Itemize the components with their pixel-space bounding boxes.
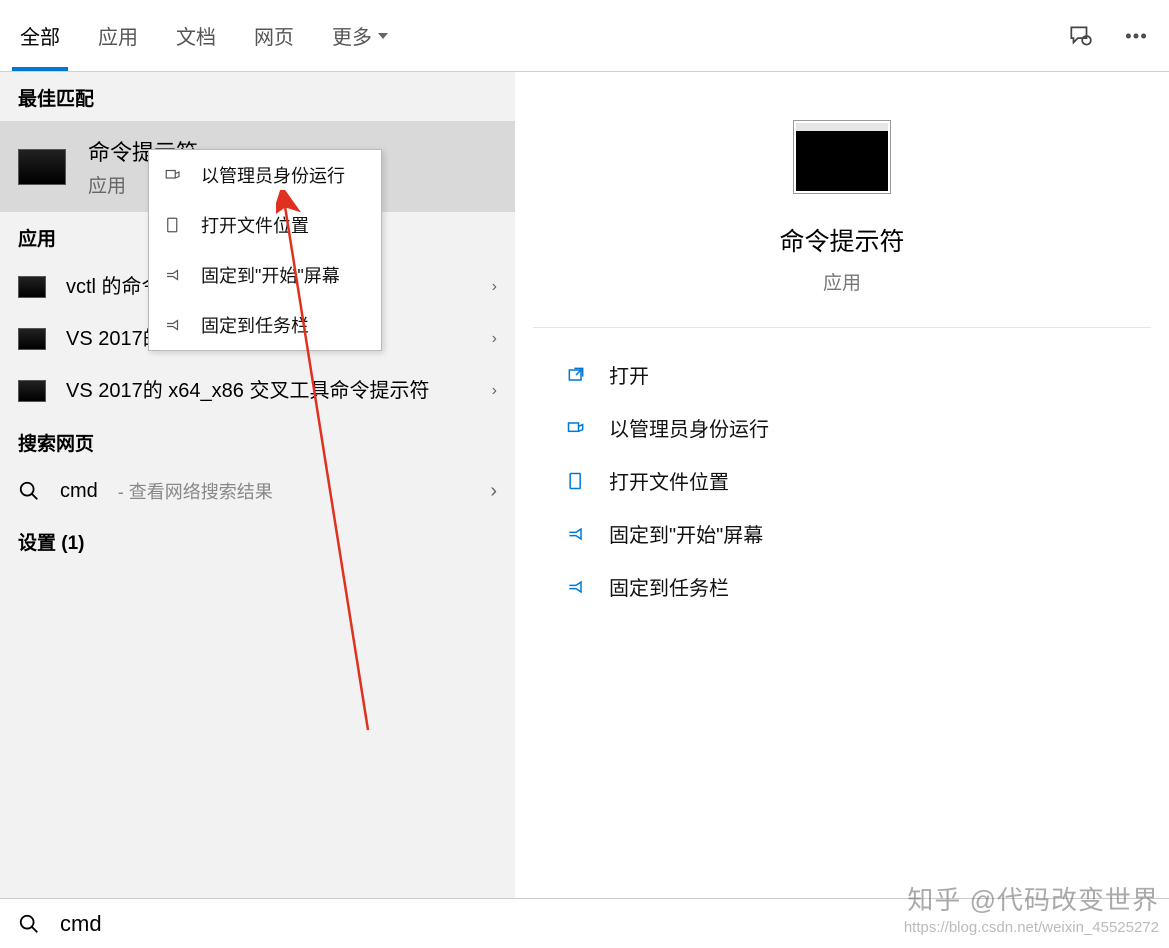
cm-label: 打开文件位置 [201, 212, 309, 238]
pin-icon [565, 576, 587, 598]
open-icon [565, 364, 587, 386]
action-label: 打开 [609, 360, 649, 389]
header-right [1067, 23, 1149, 49]
tabs: 全部 应用 文档 网页 更多 [20, 0, 388, 71]
detail-card: 命令提示符 应用 [533, 90, 1151, 328]
app-item[interactable]: VS 2017的 x64_x86 交叉工具命令提示符 › [0, 365, 515, 417]
pin-icon [163, 265, 183, 285]
settings-header: 设置 (1) [0, 516, 515, 565]
detail-subtitle: 应用 [823, 268, 861, 295]
tab-apps[interactable]: 应用 [98, 0, 138, 71]
web-hint: - 查看网络搜索结果 [118, 478, 273, 504]
chevron-right-icon: › [492, 330, 497, 348]
cmd-icon [18, 149, 66, 185]
action-label: 以管理员身份运行 [609, 413, 769, 442]
detail-title: 命令提示符 [779, 222, 904, 258]
right-pane: 命令提示符 应用 打开 以管理员身份运行 打开文件位置 [515, 72, 1169, 898]
web-header: 搜索网页 [0, 417, 515, 466]
chevron-down-icon [378, 33, 388, 39]
content: 最佳匹配 命令提示符 应用 应用 vctl 的命令提示符 › VS 2017的开… [0, 72, 1169, 898]
action-label: 固定到任务栏 [609, 572, 729, 601]
cmd-icon [18, 328, 46, 350]
cmd-icon [18, 380, 46, 402]
tab-web[interactable]: 网页 [254, 0, 294, 71]
folder-icon [163, 215, 183, 235]
web-item[interactable]: cmd - 查看网络搜索结果 › [0, 466, 515, 516]
cm-label: 固定到"开始"屏幕 [201, 262, 340, 288]
chevron-right-icon: › [490, 480, 497, 503]
action-label: 固定到"开始"屏幕 [609, 519, 763, 548]
shield-icon [163, 165, 183, 185]
folder-icon [565, 470, 587, 492]
cm-pin-start[interactable]: 固定到"开始"屏幕 [149, 250, 381, 300]
action-open-location[interactable]: 打开文件位置 [557, 454, 1127, 507]
best-match-header: 最佳匹配 [0, 72, 515, 121]
feedback-icon[interactable] [1067, 23, 1093, 49]
header: 全部 应用 文档 网页 更多 [0, 0, 1169, 72]
tab-more-label: 更多 [332, 21, 372, 50]
action-open[interactable]: 打开 [557, 348, 1127, 401]
more-icon[interactable] [1123, 23, 1149, 49]
search-bar [0, 898, 1169, 948]
search-icon [18, 913, 40, 935]
tab-docs[interactable]: 文档 [176, 0, 216, 71]
cm-run-as-admin[interactable]: 以管理员身份运行 [149, 150, 381, 200]
chevron-right-icon: › [492, 382, 497, 400]
cm-open-location[interactable]: 打开文件位置 [149, 200, 381, 250]
search-icon [18, 480, 40, 502]
cmd-icon [18, 276, 46, 298]
shield-icon [565, 417, 587, 439]
cm-label: 以管理员身份运行 [201, 162, 345, 188]
cm-label: 固定到任务栏 [201, 312, 309, 338]
left-pane: 最佳匹配 命令提示符 应用 应用 vctl 的命令提示符 › VS 2017的开… [0, 72, 515, 898]
detail-thumbnail [793, 120, 891, 194]
action-label: 打开文件位置 [609, 466, 729, 495]
pin-icon [163, 315, 183, 335]
action-run-as-admin[interactable]: 以管理员身份运行 [557, 401, 1127, 454]
app-label: VS 2017的 x64_x86 交叉工具命令提示符 [66, 377, 472, 405]
context-menu: 以管理员身份运行 打开文件位置 固定到"开始"屏幕 固定到任务栏 [148, 149, 382, 351]
action-pin-start[interactable]: 固定到"开始"屏幕 [557, 507, 1127, 560]
web-query: cmd [60, 480, 98, 503]
tab-more[interactable]: 更多 [332, 0, 388, 71]
action-pin-taskbar[interactable]: 固定到任务栏 [557, 560, 1127, 613]
chevron-right-icon: › [492, 278, 497, 296]
tab-all[interactable]: 全部 [20, 0, 60, 71]
pin-icon [565, 523, 587, 545]
detail-actions: 打开 以管理员身份运行 打开文件位置 固定到"开始"屏幕 [533, 328, 1151, 633]
cm-pin-taskbar[interactable]: 固定到任务栏 [149, 300, 381, 350]
search-input[interactable] [60, 911, 1151, 937]
